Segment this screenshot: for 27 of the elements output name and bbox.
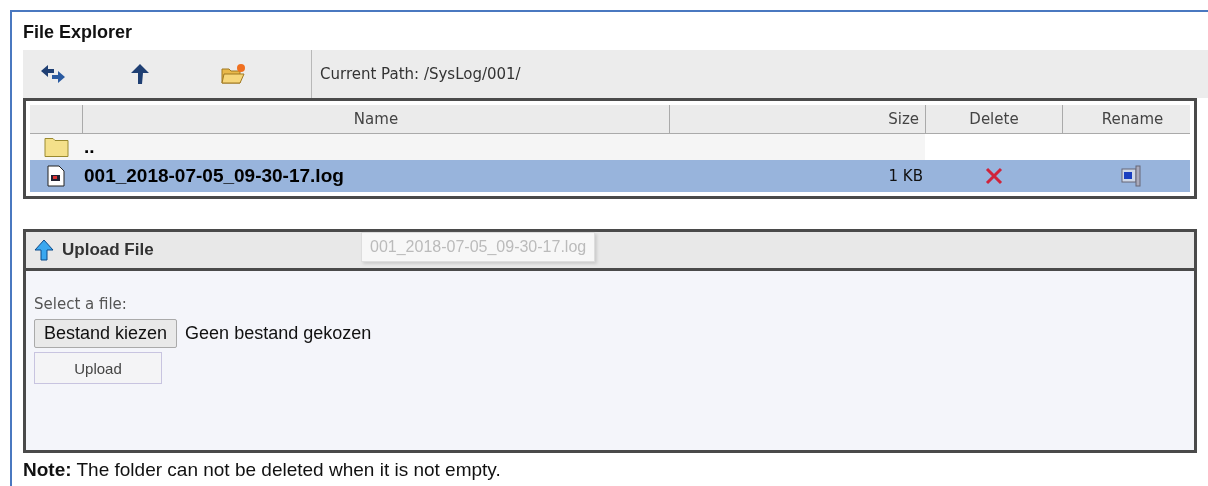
rename-button[interactable] [1121,164,1143,188]
tooltip: 001_2018-07-05_09-30-17.log [361,232,596,262]
file-row[interactable]: 001_2018-07-05_09-30-17.log 1 KB [30,160,1190,192]
current-path: Current Path: /SysLog/001/ [319,64,521,85]
column-header[interactable]: Size [669,105,925,133]
file-icon [47,165,65,187]
panel-title: File Explorer [23,22,134,44]
file-status: Geen bestand gekozen [185,323,372,344]
refresh-icon [39,64,67,84]
column-header[interactable]: Rename [1062,105,1202,133]
note-text: Note: The folder can not be deleted when it is not empty. [23,459,502,481]
file-name: .. [84,136,95,158]
delete-icon [984,167,1003,185]
panel-title: Upload File [62,240,154,260]
file-name: 001_2018-07-05_09-30-17.log [84,165,344,187]
choose-file-button[interactable]: Bestand kiezen [34,319,178,348]
folder-icon [43,137,69,157]
field-label: Select a file: [34,295,128,313]
column-header[interactable]: Name [82,105,669,133]
column-header[interactable]: Delete [925,105,1062,133]
file-size: 1 KB [888,167,923,185]
delete-button[interactable] [984,167,1003,185]
up-arrow-icon [129,63,150,85]
upload-button[interactable]: Upload [34,352,162,384]
folder-icon [220,63,247,85]
upload-arrow-icon [34,239,54,261]
rename-icon [1121,164,1143,188]
